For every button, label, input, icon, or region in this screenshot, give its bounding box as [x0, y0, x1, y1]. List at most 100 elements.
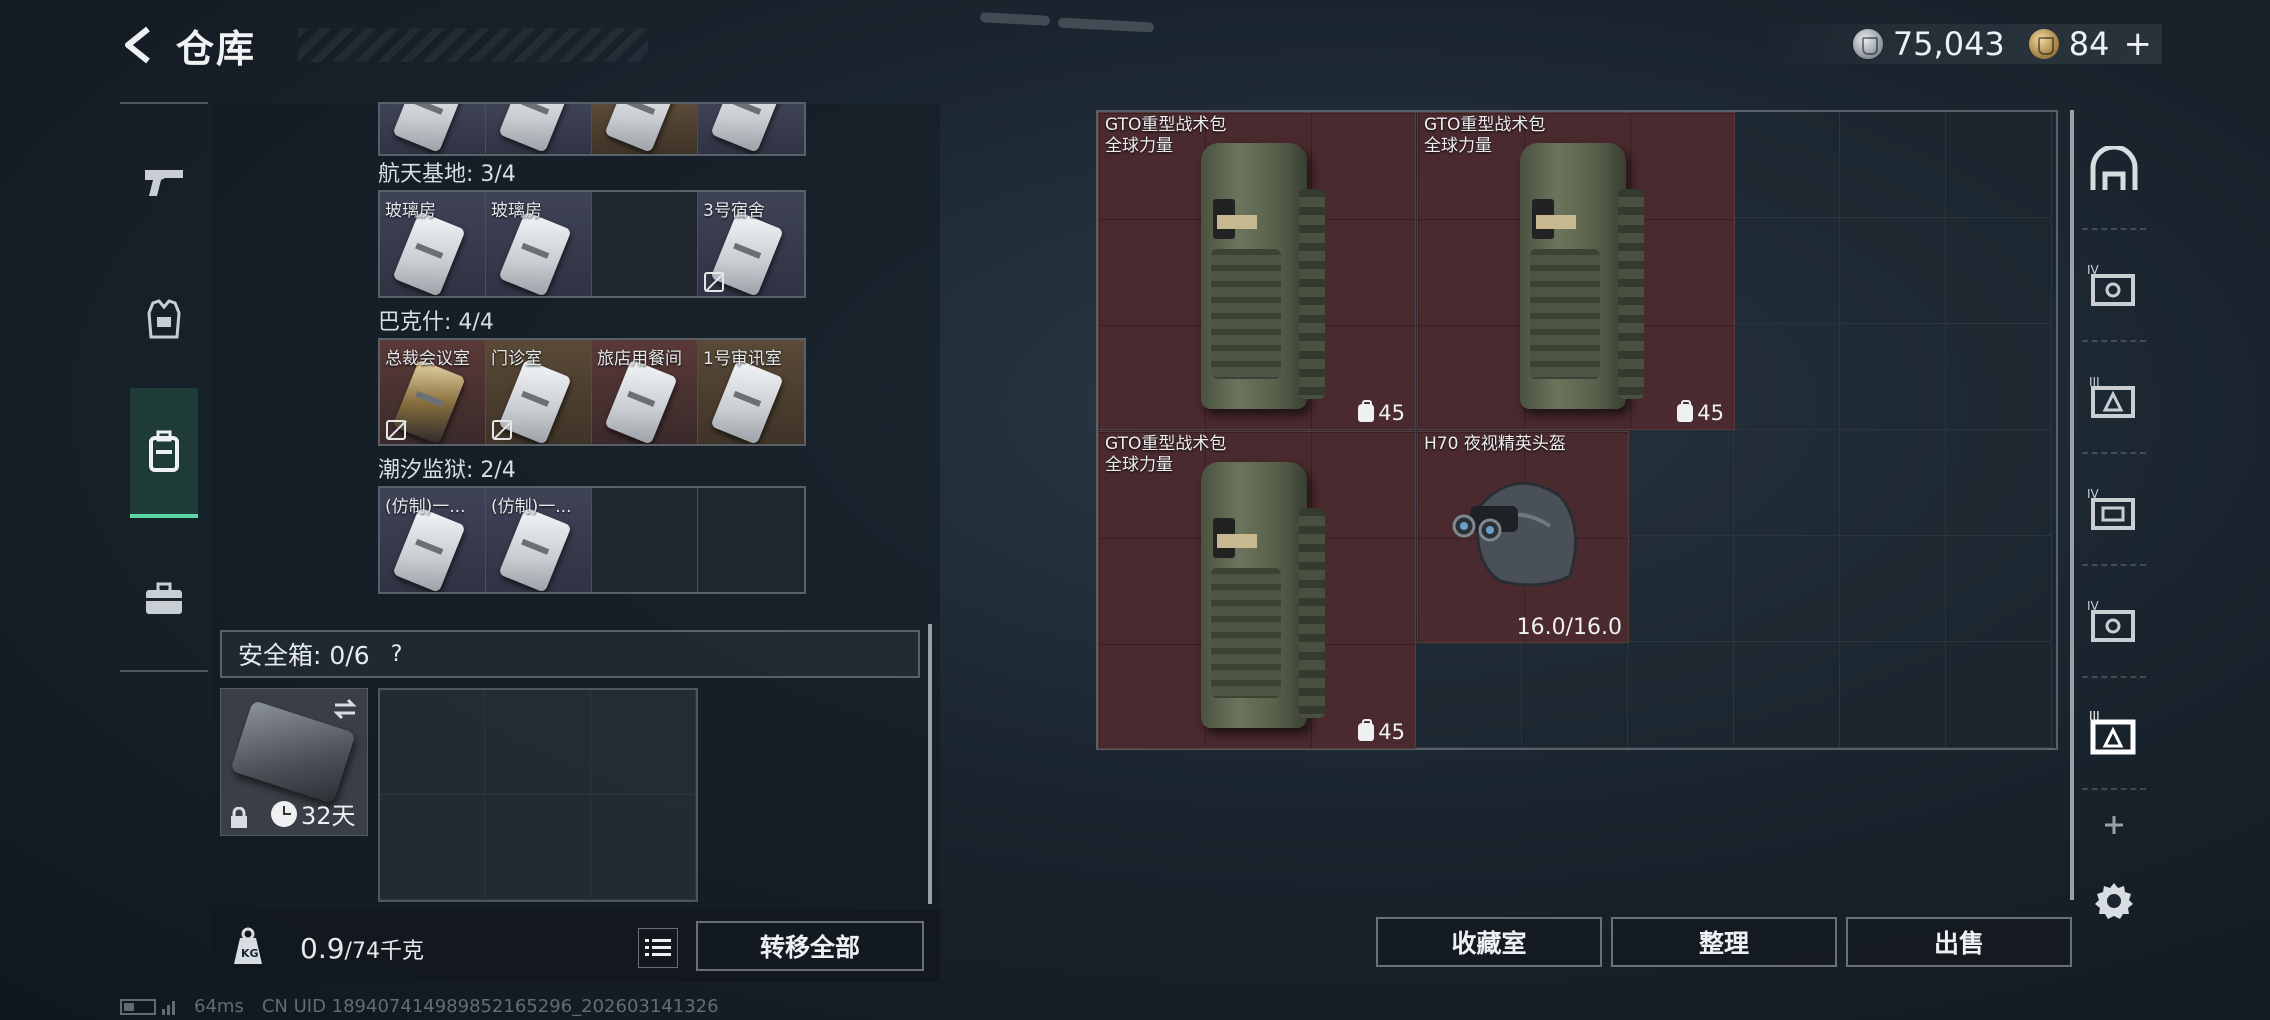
- storage-slot[interactable]: [1416, 642, 1522, 748]
- storage-slot[interactable]: [1946, 642, 2052, 748]
- storage-slot[interactable]: [1628, 430, 1734, 536]
- tab-storage-3[interactable]: IV: [2078, 454, 2150, 564]
- safe-box-header: 安全箱: 0/6 ?: [220, 630, 920, 678]
- storage-slot[interactable]: [1946, 536, 2052, 642]
- keycard-slot-empty[interactable]: [698, 488, 804, 592]
- safe-slot[interactable]: [590, 795, 696, 900]
- keycard-slot[interactable]: 1号审讯室: [698, 340, 804, 444]
- keycard-name: (仿制)一...: [385, 497, 466, 517]
- battery-signal-icon: [120, 998, 175, 1015]
- nav-case[interactable]: [120, 534, 208, 664]
- keycard-slot[interactable]: [380, 104, 486, 154]
- vest-icon: [147, 299, 181, 339]
- keycard-slot[interactable]: [698, 104, 804, 154]
- safe-slot[interactable]: [590, 690, 696, 795]
- panel-scrollbar[interactable]: [928, 624, 932, 904]
- add-storage-tab-button[interactable]: [2078, 790, 2150, 860]
- storage-slot[interactable]: [1628, 536, 1734, 642]
- tab-storage-5-active[interactable]: III: [2078, 678, 2150, 788]
- gate-icon: [2090, 146, 2138, 190]
- storage-slot[interactable]: [1734, 430, 1840, 536]
- keycard-slot[interactable]: 门诊室: [486, 340, 592, 444]
- keycard-slot-empty[interactable]: [592, 488, 698, 592]
- backpack-image: [1191, 448, 1325, 738]
- storage-slot[interactable]: [1946, 112, 2052, 218]
- sort-button[interactable]: 整理: [1611, 917, 1837, 967]
- safe-box-slot[interactable]: 32天: [220, 688, 368, 836]
- storage-slot[interactable]: [1734, 112, 1840, 218]
- clock-icon: [271, 801, 297, 827]
- storage-slot[interactable]: [1522, 642, 1628, 748]
- storage-scrollbar[interactable]: [2070, 110, 2074, 900]
- storage-slot[interactable]: [1946, 324, 2052, 430]
- tab-storage-4[interactable]: IV: [2078, 566, 2150, 676]
- storage-item-backpack[interactable]: GTO重型战术包 全球力量 45: [1417, 112, 1735, 430]
- settings-button[interactable]: [2078, 866, 2150, 936]
- safe-slot[interactable]: [485, 795, 591, 900]
- keycard-slot[interactable]: 玻璃房: [380, 192, 486, 296]
- add-currency-button[interactable]: +: [2124, 24, 2153, 64]
- keycard-slot-empty[interactable]: [592, 192, 698, 296]
- storage-slot[interactable]: [1840, 218, 1946, 324]
- briefcase-icon: [146, 582, 182, 614]
- svg-text:KG: KG: [241, 947, 259, 960]
- keycard-row: (仿制)一... (仿制)一...: [378, 486, 806, 594]
- keycard-slot[interactable]: [592, 104, 698, 154]
- storage-item-helmet[interactable]: H70 夜视精英头盔 16.0/16.0: [1417, 431, 1629, 643]
- storage-slot[interactable]: [1734, 642, 1840, 748]
- keycard-name: (仿制)一...: [491, 497, 572, 517]
- silver-amount: 75,043: [1892, 25, 2005, 63]
- nav-gear[interactable]: [120, 254, 208, 384]
- keycard-slot[interactable]: 玻璃房: [486, 192, 592, 296]
- storage-item-backpack[interactable]: GTO重型战术包 全球力量 45: [1098, 112, 1416, 430]
- storage-slot[interactable]: [1840, 642, 1946, 748]
- storage-slot[interactable]: [1946, 430, 2052, 536]
- map-group-label: 潮汐监狱: 2/4: [378, 458, 516, 483]
- storage-slot[interactable]: [1840, 536, 1946, 642]
- keycard-slot[interactable]: (仿制)一...: [380, 488, 486, 592]
- storage-slot[interactable]: [1734, 536, 1840, 642]
- tab-storage-2[interactable]: III: [2078, 342, 2150, 452]
- back-button[interactable]: [118, 23, 162, 67]
- safe-slot[interactable]: [380, 690, 486, 795]
- gold-coin-icon: [2028, 29, 2059, 59]
- keycard-slot[interactable]: [486, 104, 592, 154]
- storage-slot[interactable]: [1734, 324, 1840, 430]
- item-name: GTO重型战术包 全球力量: [1105, 434, 1227, 475]
- keycard-slot[interactable]: 总裁会议室: [380, 340, 486, 444]
- bag-icon: [1358, 719, 1375, 741]
- tab-storage-1[interactable]: IV: [2078, 230, 2150, 340]
- tab-storage-main[interactable]: [2078, 114, 2150, 224]
- nav-weapons[interactable]: [120, 118, 208, 248]
- safe-slot[interactable]: [485, 690, 591, 795]
- keycard-name: 3号宿舍: [703, 201, 765, 221]
- safe-slot[interactable]: [380, 795, 486, 900]
- backpack-image: [1510, 129, 1644, 419]
- storage-slot[interactable]: [1734, 218, 1840, 324]
- storage-slot[interactable]: [1946, 218, 2052, 324]
- no-trade-icon: [704, 272, 724, 292]
- weight-readout: 0.9/74千克: [300, 932, 424, 965]
- helmet-image: [1452, 481, 1578, 587]
- help-icon[interactable]: ?: [384, 641, 410, 667]
- list-view-button[interactable]: [638, 928, 678, 968]
- swap-icon[interactable]: [331, 695, 359, 723]
- storage-slot[interactable]: [1840, 112, 1946, 218]
- collection-room-button[interactable]: 收藏室: [1376, 917, 1602, 967]
- keycard-slot[interactable]: (仿制)一...: [486, 488, 592, 592]
- storage-tier-icon: III: [2089, 375, 2135, 418]
- sell-button[interactable]: 出售: [1846, 917, 2072, 967]
- storage-item-backpack[interactable]: GTO重型战术包 全球力量 45: [1098, 431, 1416, 749]
- storage-slot[interactable]: [1628, 642, 1734, 748]
- weight-max: /74千克: [344, 939, 424, 964]
- keycard-slot[interactable]: 旅店用餐间: [592, 340, 698, 444]
- storage-slot[interactable]: [1840, 324, 1946, 430]
- nav-backpack[interactable]: [130, 388, 198, 518]
- transfer-all-button[interactable]: 转移全部: [696, 921, 924, 971]
- storage-slot[interactable]: [1840, 430, 1946, 536]
- item-capacity: 45: [1358, 719, 1405, 744]
- keycard-slot[interactable]: 3号宿舍: [698, 192, 804, 296]
- backpack-image: [1191, 129, 1325, 419]
- no-trade-icon: [386, 420, 406, 440]
- keycard-panel: 航天基地: 3/4 玻璃房 玻璃房 3号宿舍 巴克什: 4/4 总裁会议室 门诊…: [212, 102, 940, 982]
